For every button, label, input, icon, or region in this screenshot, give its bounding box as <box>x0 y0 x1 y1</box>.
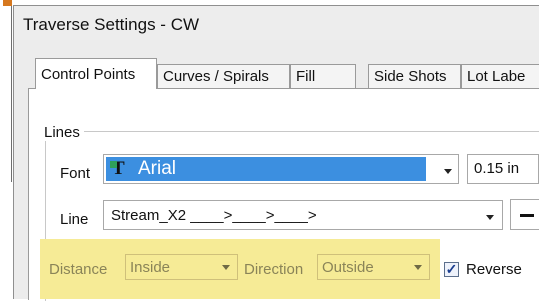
direction-dropdown[interactable]: Outside <box>317 254 430 280</box>
distance-label: Distance <box>49 261 108 278</box>
line-weight-dropdown[interactable] <box>510 199 539 230</box>
line-style-dropdown[interactable]: Stream_X2 ____>____>____> <box>103 200 503 230</box>
background-window-edge <box>11 6 12 182</box>
distance-dropdown[interactable]: Inside <box>125 254 238 280</box>
dropdown-arrow-icon[interactable] <box>414 265 422 270</box>
dropdown-arrow-icon[interactable] <box>444 169 452 174</box>
truetype-font-icon: T <box>110 158 125 179</box>
font-label: Font <box>60 165 91 182</box>
reverse-label: Reverse <box>466 261 522 278</box>
line-style-icon <box>520 214 534 217</box>
tab-side-shots[interactable]: Side Shots <box>368 64 461 88</box>
line-style-value: Stream_X2 ____>____>____> <box>111 207 317 224</box>
dropdown-arrow-icon[interactable] <box>486 215 494 220</box>
dialog-title: Traverse Settings - CW <box>14 6 539 40</box>
checkmark-icon: ✓ <box>445 261 458 277</box>
tab-curves-spirals[interactable]: Curves / Spirals <box>157 64 290 88</box>
tab-lot-labels[interactable]: Lot Labe <box>461 64 539 88</box>
lines-group-title: Lines <box>40 124 84 141</box>
font-name: Arial <box>138 158 177 179</box>
font-dropdown[interactable]: T Arial <box>103 154 459 184</box>
reverse-checkbox[interactable]: ✓ <box>444 262 459 277</box>
distance-value: Inside <box>130 259 171 276</box>
size-value: 0.15 in <box>474 160 520 177</box>
line-label: Line <box>60 211 89 228</box>
direction-label: Direction <box>244 261 304 278</box>
size-field[interactable]: 0.15 in <box>467 154 539 184</box>
font-selected-value: T Arial <box>106 157 426 181</box>
tab-control-points[interactable]: Control Points <box>35 58 157 89</box>
tab-strip: Control Points Curves / Spirals Fill Sid… <box>14 40 539 94</box>
dropdown-arrow-icon[interactable] <box>222 265 230 270</box>
direction-value: Outside <box>322 259 374 276</box>
tab-fill[interactable]: Fill <box>290 64 356 88</box>
